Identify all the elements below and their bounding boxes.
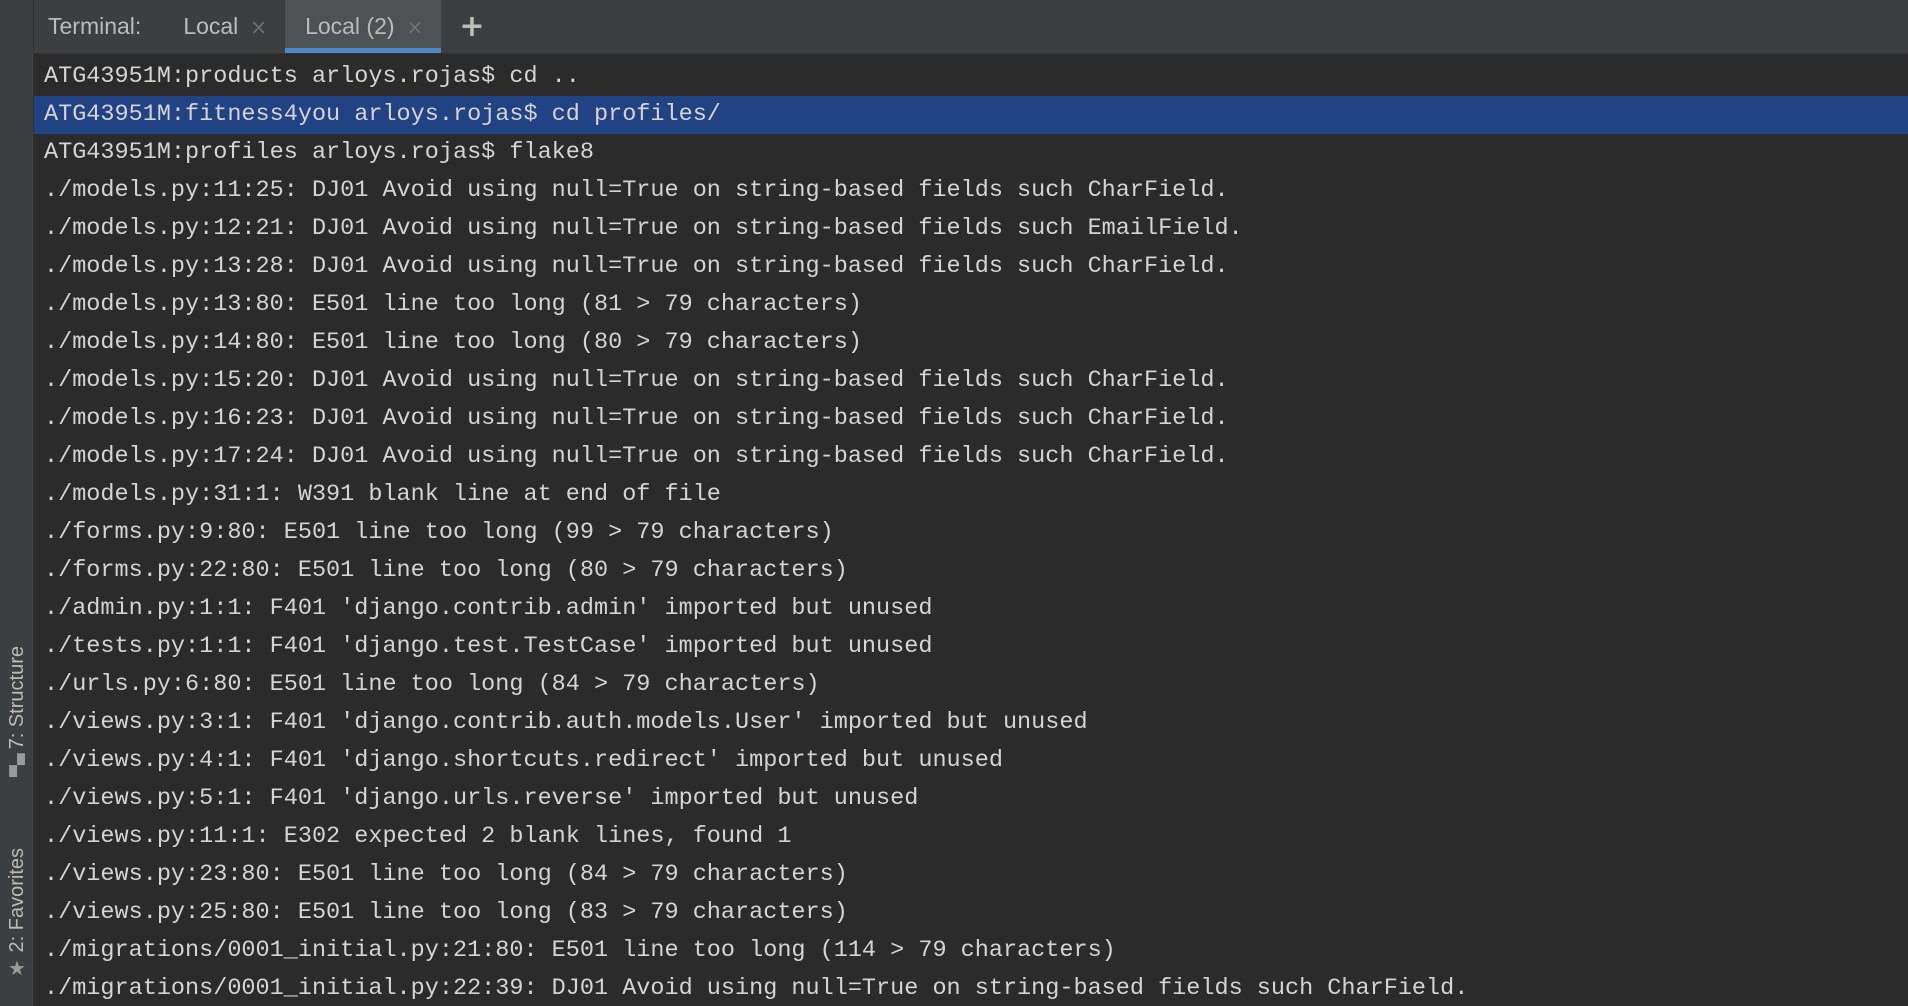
terminal-line: ./models.py:14:80: E501 line too long (8…	[44, 329, 862, 356]
terminal-output[interactable]: ATG43951M:products arloys.rojas$ cd .. AT…	[34, 58, 1908, 1006]
terminal-line-selected: ATG43951M:fitness4you arloys.rojas$ cd p…	[34, 96, 1908, 134]
terminal-line: ./tests.py:1:1: F401 'django.test.TestCa…	[44, 633, 933, 660]
close-icon[interactable]: ×	[250, 15, 267, 39]
tab-local-2[interactable]: Local (2) ×	[285, 0, 442, 53]
terminal-line: ./admin.py:1:1: F401 'django.contrib.adm…	[44, 595, 933, 622]
favorites-tool-label: 2: Favorites	[5, 848, 28, 953]
terminal-line: ./forms.py:9:80: E501 line too long (99 …	[44, 519, 834, 546]
terminal-line: ./forms.py:22:80: E501 line too long (80…	[44, 557, 848, 584]
terminal-title: Terminal:	[48, 13, 142, 39]
favorites-tool-button[interactable]: 2: Favorites ★	[0, 848, 34, 978]
tab-local[interactable]: Local ×	[163, 0, 285, 53]
structure-tool-button[interactable]: 7: Structure ▞	[0, 646, 34, 775]
terminal-line: ./models.py:31:1: W391 blank line at end…	[44, 481, 721, 508]
close-icon[interactable]: ×	[407, 15, 424, 39]
terminal-line: ./views.py:4:1: F401 'django.shortcuts.r…	[44, 747, 1003, 774]
terminal-line: ./views.py:11:1: E302 expected 2 blank l…	[44, 823, 792, 850]
terminal-line: ./views.py:3:1: F401 'django.contrib.aut…	[44, 709, 1088, 736]
structure-tool-label: 7: Structure	[5, 646, 28, 750]
terminal-line: ATG43951M:profiles arloys.rojas$ flake8	[44, 139, 594, 166]
terminal-line: ./models.py:17:24: DJ01 Avoid using null…	[44, 443, 1229, 470]
terminal-line: ./models.py:15:20: DJ01 Avoid using null…	[44, 367, 1229, 394]
terminal-line: ./models.py:16:23: DJ01 Avoid using null…	[44, 405, 1229, 432]
star-icon: ★	[8, 956, 26, 981]
terminal-line: ./models.py:13:80: E501 line too long (8…	[44, 291, 862, 318]
tool-window-strip: 7: Structure ▞ 2: Favorites ★	[0, 0, 34, 1006]
terminal-line: ./views.py:5:1: F401 'django.urls.revers…	[44, 785, 919, 812]
terminal-line: ./urls.py:6:80: E501 line too long (84 >…	[44, 671, 820, 698]
terminal-line: ATG43951M:products arloys.rojas$ cd ..	[44, 63, 580, 90]
terminal-line: ./views.py:25:80: E501 line too long (83…	[44, 899, 848, 926]
new-tab-button[interactable]: +	[441, 0, 502, 53]
terminal-line: ./views.py:23:80: E501 line too long (84…	[44, 861, 848, 888]
terminal-line: ./models.py:11:25: DJ01 Avoid using null…	[44, 177, 1229, 204]
tab-label: Local (2)	[305, 13, 395, 39]
terminal-line: ./models.py:13:28: DJ01 Avoid using null…	[44, 253, 1229, 280]
tab-label: Local	[183, 13, 239, 39]
terminal-tab-bar: Terminal: Local × Local (2) × +	[34, 0, 1908, 54]
structure-icon: ▞	[9, 753, 25, 778]
terminal-line: ./migrations/0001_initial.py:22:39: DJ01…	[44, 975, 1469, 1002]
terminal-line: ./models.py:12:21: DJ01 Avoid using null…	[44, 215, 1243, 242]
terminal-line: ./migrations/0001_initial.py:21:80: E501…	[44, 937, 1116, 964]
